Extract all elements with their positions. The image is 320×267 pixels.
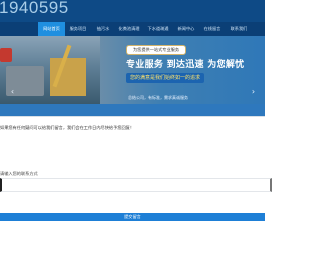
nav-item-message[interactable]: 在线留言 bbox=[199, 22, 225, 36]
message-dialog: 如果您有任何疑问可以给我们留言，我们会在工作日内尽快给予您回复！ 请输入您的联系… bbox=[0, 116, 272, 267]
nav-item-news[interactable]: 新闻中心 bbox=[173, 22, 199, 36]
nav-item-pumping[interactable]: 抽污水 bbox=[91, 22, 115, 36]
contact-label: 请输入您的联系方式 bbox=[0, 171, 38, 176]
dialog-message: 如果您有任何疑问可以给我们留言，我们会在工作日内尽快给予您回复！ bbox=[0, 125, 135, 130]
chevron-left-icon[interactable]: ‹ bbox=[9, 88, 16, 96]
hotline-number: 1940595 bbox=[0, 0, 69, 17]
banner-badge: 为您提供一站式专业服务 bbox=[126, 45, 186, 55]
nav-item-contact[interactable]: 联系我们 bbox=[225, 22, 253, 36]
nav-item-septic[interactable]: 化粪池清理 bbox=[115, 22, 143, 36]
nav-item-services[interactable]: 服务项目 bbox=[65, 22, 91, 36]
site-header: 1940595 bbox=[0, 0, 265, 22]
banner-slogan: 专业服务 到达迅速 为您解忧 bbox=[126, 60, 245, 70]
main-nav: 网站首页 服务项目 抽污水 化粪池清理 下水道疏通 新闻中心 在线留言 联系我们 bbox=[0, 22, 265, 36]
chevron-right-icon[interactable]: › bbox=[250, 88, 257, 96]
banner-description: 总结公司，有标准，需求真诚服务 bbox=[128, 95, 188, 100]
banner-photo-detail bbox=[0, 48, 12, 62]
contact-input[interactable] bbox=[0, 178, 272, 192]
banner-strip bbox=[0, 104, 265, 116]
banner-subline: 您的满意是我们始终如一的追求 bbox=[126, 73, 205, 83]
nav-item-home[interactable]: 网站首页 bbox=[38, 22, 65, 36]
nav-item-sewer[interactable]: 下水道疏通 bbox=[143, 22, 173, 36]
submit-button[interactable]: 提交留言 bbox=[0, 213, 265, 221]
